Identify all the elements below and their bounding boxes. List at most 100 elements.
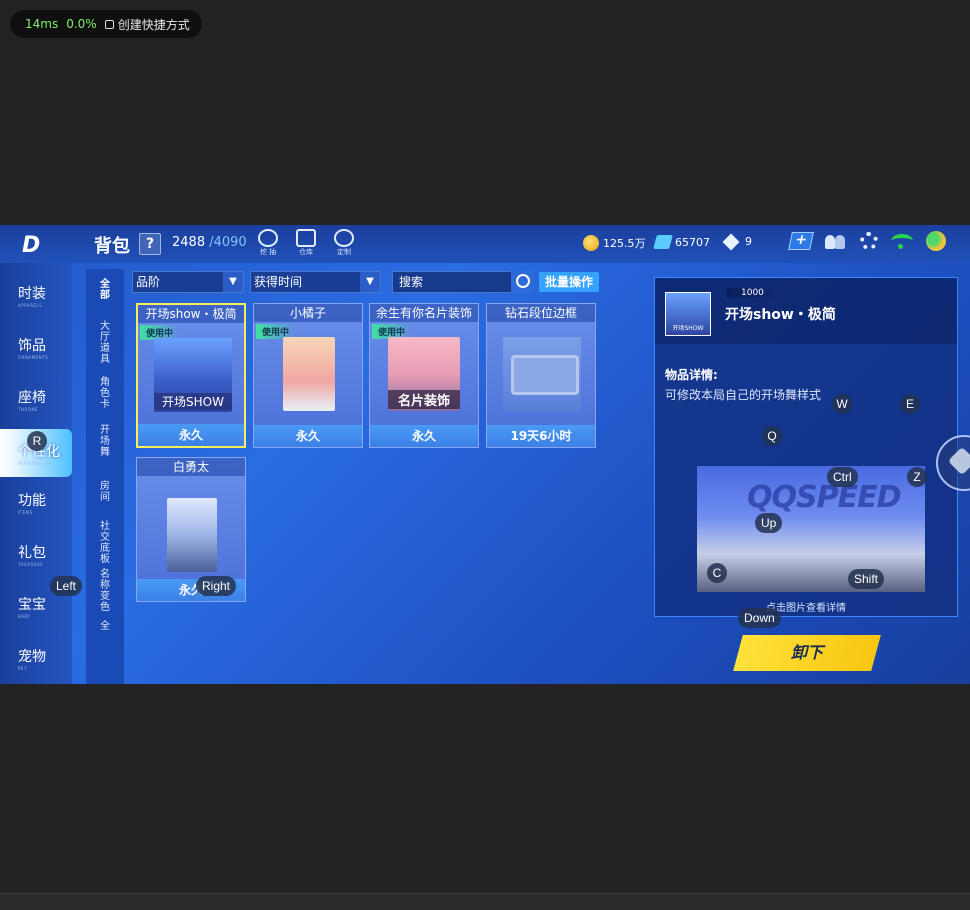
nav-sublabel: BABY (18, 614, 31, 619)
item-title: 小橘子 (254, 304, 362, 322)
subtab-social-board[interactable]: 社交底板 (99, 521, 111, 565)
dig-icon (258, 229, 278, 247)
coin-value: 125.5万 (603, 237, 646, 250)
subtab-more[interactable]: 全 (99, 621, 111, 632)
search-button[interactable] (511, 271, 534, 293)
thumbnail-label: 开场SHOW (672, 325, 704, 332)
warehouse-label: 仓库 (299, 248, 313, 256)
custom-icon (334, 229, 354, 247)
nav-items[interactable]: 功能 ITEMS (0, 490, 72, 538)
sub-nav: 全部 大厅道具 角色卡 开场舞 房间 社交底板 名称变色 全 (86, 269, 124, 684)
item-image (283, 337, 335, 411)
key-w-overlay: W (832, 394, 852, 414)
warehouse-button[interactable]: 仓库 (293, 229, 319, 257)
item-image (503, 337, 581, 411)
item-title: 白勇太 (137, 458, 245, 476)
nav-baby[interactable]: 宝宝 BABY (0, 594, 72, 642)
dig-label: 挖 抽 (259, 248, 277, 256)
nav-apparels[interactable]: 时装 APPARELS (0, 283, 72, 331)
subtab-room[interactable]: 房间 (99, 481, 111, 503)
help-button[interactable]: ? (139, 233, 161, 255)
item-image-label: 开场SHOW (154, 393, 232, 410)
nav-pet[interactable]: 宠物 PET (0, 646, 72, 684)
cpu-readout: 0.0% (66, 17, 97, 31)
globe-icon[interactable] (926, 231, 946, 251)
batch-operation-button[interactable]: 批量操作 (539, 272, 599, 292)
capacity-used: 2488 (172, 235, 206, 250)
key-shift-overlay: Shift (848, 569, 885, 589)
item-duration: 19天6小时 (487, 425, 595, 447)
nav-throne[interactable]: 座椅 THRONE (0, 387, 72, 435)
add-icon[interactable]: + (788, 232, 814, 250)
preview-tip: 点击图片查看详情 (766, 603, 846, 614)
key-z-overlay: Z (907, 467, 927, 487)
perf-overlay: 14ms 0.0% 创建快捷方式 (10, 10, 202, 38)
item-duration: 永久 (138, 424, 244, 446)
item-image: 名片装饰 (388, 337, 460, 411)
bottom-bar (0, 893, 970, 910)
subtab-role-card[interactable]: 角色卡 (99, 377, 111, 410)
logo-icon: D (22, 233, 40, 258)
ticket-icon (653, 235, 673, 249)
capacity-readout: 2488 /4090 (172, 235, 247, 250)
item-title: 钻石段位边框 (487, 304, 595, 322)
settings-icon[interactable] (860, 232, 878, 250)
key-q-overlay: Q (762, 426, 782, 446)
shortcut-label: 创建快捷方式 (117, 17, 190, 32)
nav-sublabel: TREASURE (18, 562, 44, 567)
game-window: D 背包 ? 2488 /4090 挖 抽 仓库 定制 125.5万 65707… (0, 225, 970, 684)
search-icon (515, 274, 530, 288)
nav-sublabel: ITEMS (18, 510, 33, 515)
item-card[interactable]: 钻石段位边框 19天6小时 (486, 303, 596, 448)
system-icons: + (788, 231, 946, 251)
create-shortcut-button[interactable]: 创建快捷方式 (104, 16, 190, 33)
time-filter-label: 获得时间 (254, 275, 303, 289)
coin-balance: 125.5万 (583, 235, 646, 251)
shortcut-icon (104, 19, 114, 29)
time-filter[interactable]: 获得时间 ▼ (250, 271, 381, 293)
subtab-lobby-props[interactable]: 大厅道具 (99, 321, 111, 365)
detail-thumbnail: 开场SHOW (665, 292, 711, 336)
ticket-balance: 65707 (653, 235, 710, 249)
unequip-label: 卸下 (790, 643, 823, 662)
custom-button[interactable]: 定制 (331, 229, 357, 257)
nav-label: 饰品 (18, 338, 46, 354)
preview-brand: QQSPEED (747, 480, 901, 515)
item-image (167, 498, 217, 572)
nav-label: 时装 (18, 286, 46, 302)
coin-icon (583, 235, 599, 251)
dig-button[interactable]: 挖 抽 (255, 229, 281, 257)
nav-ornaments[interactable]: 饰品 ORNAMENTS (0, 335, 72, 383)
item-title: 余生有你名片装饰 (370, 304, 478, 322)
item-card[interactable]: 开场show・极简 使用中 开场SHOW 永久 (136, 303, 246, 448)
key-e-overlay: E (900, 394, 920, 414)
item-image-label: 名片装饰 (388, 390, 460, 409)
detail-header: 开场SHOW 1000 开场show・极简 (655, 278, 957, 344)
warehouse-icon (296, 229, 316, 247)
unequip-button[interactable]: 卸下 (733, 635, 881, 671)
detail-item-name: 开场show・极简 (725, 307, 836, 323)
page-title: 背包 (94, 236, 130, 257)
subtab-all[interactable]: 全部 (98, 269, 112, 317)
ticket-value: 65707 (675, 235, 710, 249)
rank-filter[interactable]: 品阶 ▼ (132, 271, 244, 293)
preview-image[interactable]: QQSPEED (697, 466, 925, 592)
capacity-max: /4090 (209, 235, 247, 250)
item-title: 开场show・极简 (138, 305, 244, 323)
item-duration: 永久 (370, 425, 478, 447)
item-card[interactable]: 余生有你名片装饰 使用中 名片装饰 永久 (369, 303, 479, 448)
rank-filter-label: 品阶 (136, 275, 161, 289)
latency-readout: 14ms (25, 17, 59, 31)
key-down-overlay: Down (738, 608, 781, 628)
chevron-down-icon: ▼ (223, 272, 243, 292)
custom-label: 定制 (337, 248, 351, 256)
friends-icon[interactable] (825, 233, 847, 249)
top-bar: D 背包 ? 2488 /4090 挖 抽 仓库 定制 125.5万 65707… (0, 225, 970, 263)
item-card[interactable]: 小橘子 使用中 永久 (253, 303, 363, 448)
nav-label: 座椅 (18, 390, 46, 406)
subtab-name-color[interactable]: 名称变色 (99, 569, 111, 613)
subtab-opening-dance[interactable]: 开场舞 (99, 425, 111, 458)
detail-description: 可修改本局自己的开场舞样式 (665, 388, 822, 402)
nav-sublabel: APPARELS (18, 303, 43, 308)
left-nav: 时装 APPARELS 饰品 ORNAMENTS 座椅 THRONE 个性化 PERSO… (0, 263, 72, 684)
